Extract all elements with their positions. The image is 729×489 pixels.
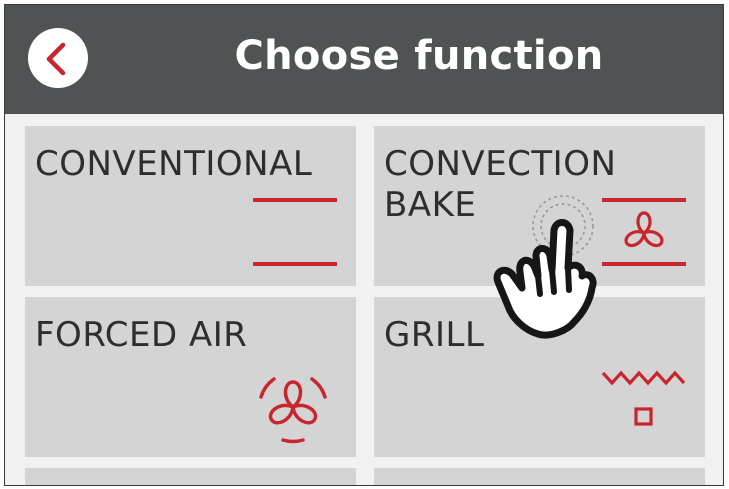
oven-screen: Choose function CONVENTIONAL CONVECTION … — [4, 4, 724, 486]
function-tile-forced-air[interactable]: FORCED AIR — [25, 297, 356, 457]
grill-icon — [601, 370, 686, 426]
back-button[interactable] — [28, 28, 88, 88]
function-label: CONVENTIONAL — [35, 144, 313, 184]
tap-hand-icon — [493, 195, 597, 339]
chevron-left-icon — [46, 42, 66, 76]
fan-icon — [259, 377, 327, 444]
function-label: FORCED AIR — [35, 315, 248, 355]
fan-with-heat-icon — [602, 198, 686, 266]
function-tile-conventional[interactable]: CONVENTIONAL — [25, 126, 356, 286]
function-tile-partial[interactable] — [25, 468, 356, 485]
function-label: GRILL — [384, 315, 485, 355]
function-tile-partial[interactable] — [374, 468, 705, 485]
header-bar: Choose function — [5, 5, 723, 114]
top-bottom-heat-icon — [253, 198, 337, 266]
page-title: Choose function — [234, 33, 604, 79]
